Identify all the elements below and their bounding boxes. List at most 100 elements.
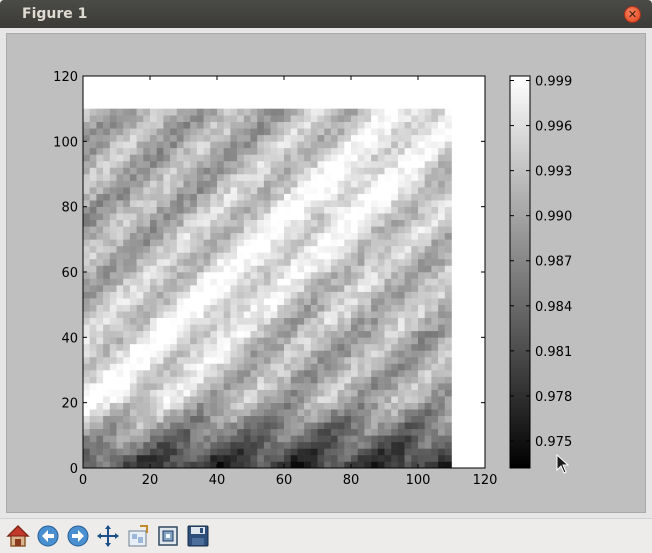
heatmap-cell	[210, 435, 218, 443]
heatmap-cell	[270, 383, 278, 390]
heatmap-cell	[270, 147, 278, 155]
heatmap-cell	[150, 422, 157, 430]
heatmap-cell	[371, 441, 379, 449]
heatmap-cell	[397, 343, 405, 351]
close-icon: ✕	[627, 8, 638, 21]
heatmap-cell	[150, 363, 157, 371]
heatmap-cell	[304, 422, 312, 430]
heatmap-cell	[337, 160, 345, 168]
heatmap-cell	[351, 356, 358, 364]
heatmap-cell	[284, 121, 291, 129]
heatmap-cell	[364, 200, 372, 207]
heatmap-cell	[123, 219, 131, 227]
heatmap-cell	[103, 330, 111, 338]
heatmap-cell	[170, 324, 178, 332]
heatmap-cell	[397, 134, 405, 142]
pan-button[interactable]	[94, 522, 122, 550]
forward-button[interactable]	[64, 522, 92, 550]
heatmap-cell	[270, 141, 278, 149]
heatmap-cell	[129, 258, 137, 266]
heatmap-cell	[176, 291, 184, 299]
heatmap-cell	[310, 285, 318, 292]
heatmap-cell	[116, 383, 124, 390]
heatmap-cell	[230, 291, 238, 299]
heatmap-cell	[310, 324, 318, 332]
heatmap-cell	[237, 383, 245, 390]
title-bar[interactable]: Figure 1 ✕	[0, 0, 652, 28]
heatmap-cell	[391, 389, 399, 397]
heatmap-cell	[384, 343, 392, 351]
heatmap-cell	[257, 311, 265, 319]
heatmap-cell	[324, 193, 332, 201]
heatmap-cell	[210, 272, 218, 279]
heatmap-cell	[156, 370, 164, 377]
heatmap-cell	[277, 265, 285, 273]
heatmap-cell	[364, 141, 372, 149]
zoom-button[interactable]	[154, 522, 182, 550]
back-button[interactable]	[34, 522, 62, 550]
heatmap-cell	[337, 454, 345, 462]
heatmap-cell	[257, 167, 265, 175]
heatmap-cell	[89, 265, 97, 273]
heatmap-cell	[190, 291, 198, 299]
heatmap-cell	[203, 350, 211, 358]
heatmap-cell	[183, 128, 191, 136]
heatmap-cell	[418, 383, 425, 390]
home-button[interactable]	[4, 522, 32, 550]
heatmap-cell	[96, 298, 104, 305]
heatmap-cell	[304, 245, 312, 253]
heatmap-cell	[217, 219, 224, 227]
heatmap-cell	[297, 448, 305, 456]
heatmap-cell	[183, 200, 191, 207]
y-tick-label: 60	[61, 266, 78, 281]
heatmap-cell	[217, 324, 224, 332]
heatmap-cell	[304, 258, 312, 266]
heatmap-cell	[371, 415, 379, 423]
close-button[interactable]: ✕	[624, 6, 641, 23]
heatmap-cell	[424, 311, 432, 319]
save-button[interactable]	[184, 522, 212, 550]
heatmap-cell	[357, 232, 365, 240]
heatmap-cell	[210, 448, 218, 456]
heatmap-cell	[424, 428, 432, 436]
heatmap-cell	[223, 454, 231, 462]
heatmap-cell	[371, 206, 379, 214]
heatmap-cell	[290, 272, 298, 279]
heatmap-cell	[223, 239, 231, 247]
heatmap-cell	[357, 121, 365, 129]
configure-subplots-button[interactable]	[124, 522, 152, 550]
heatmap-cell	[357, 317, 365, 325]
heatmap-cell	[377, 330, 385, 338]
heatmap-cell	[203, 193, 211, 201]
heatmap-cell	[330, 232, 338, 240]
heatmap-cell	[203, 415, 211, 423]
heatmap-cell	[404, 187, 412, 194]
heatmap-cell	[397, 252, 405, 260]
heatmap-cell	[116, 252, 124, 260]
heatmap-cell	[317, 415, 325, 423]
heatmap-cell	[324, 285, 332, 292]
heatmap-cell	[364, 363, 372, 371]
figure-canvas[interactable]: 0 20 40 60 80 100 120 0 20 40 60 80 100 120 0.999 0.9…	[0, 28, 652, 518]
heatmap-cell	[136, 213, 144, 221]
heatmap-cell	[156, 167, 164, 175]
heatmap-cell	[190, 330, 198, 338]
heatmap-cell	[371, 304, 379, 312]
heatmap-cell	[397, 337, 405, 345]
heatmap-cell	[109, 330, 117, 338]
heatmap-cell	[237, 448, 245, 456]
heatmap-cell	[297, 180, 305, 188]
heatmap-cell	[170, 206, 178, 214]
heatmap-cell	[304, 272, 312, 279]
heatmap-cell	[103, 311, 111, 319]
heatmap-cell	[196, 147, 204, 155]
heatmap-cell	[237, 356, 245, 364]
heatmap-cell	[156, 454, 164, 462]
heatmap-cell	[223, 219, 231, 227]
heatmap-cell	[103, 448, 111, 456]
heatmap-cell	[297, 415, 305, 423]
heatmap-cell	[444, 174, 452, 181]
heatmap-cell	[404, 147, 412, 155]
heatmap-cell	[277, 141, 285, 149]
heatmap-cell	[123, 278, 131, 286]
